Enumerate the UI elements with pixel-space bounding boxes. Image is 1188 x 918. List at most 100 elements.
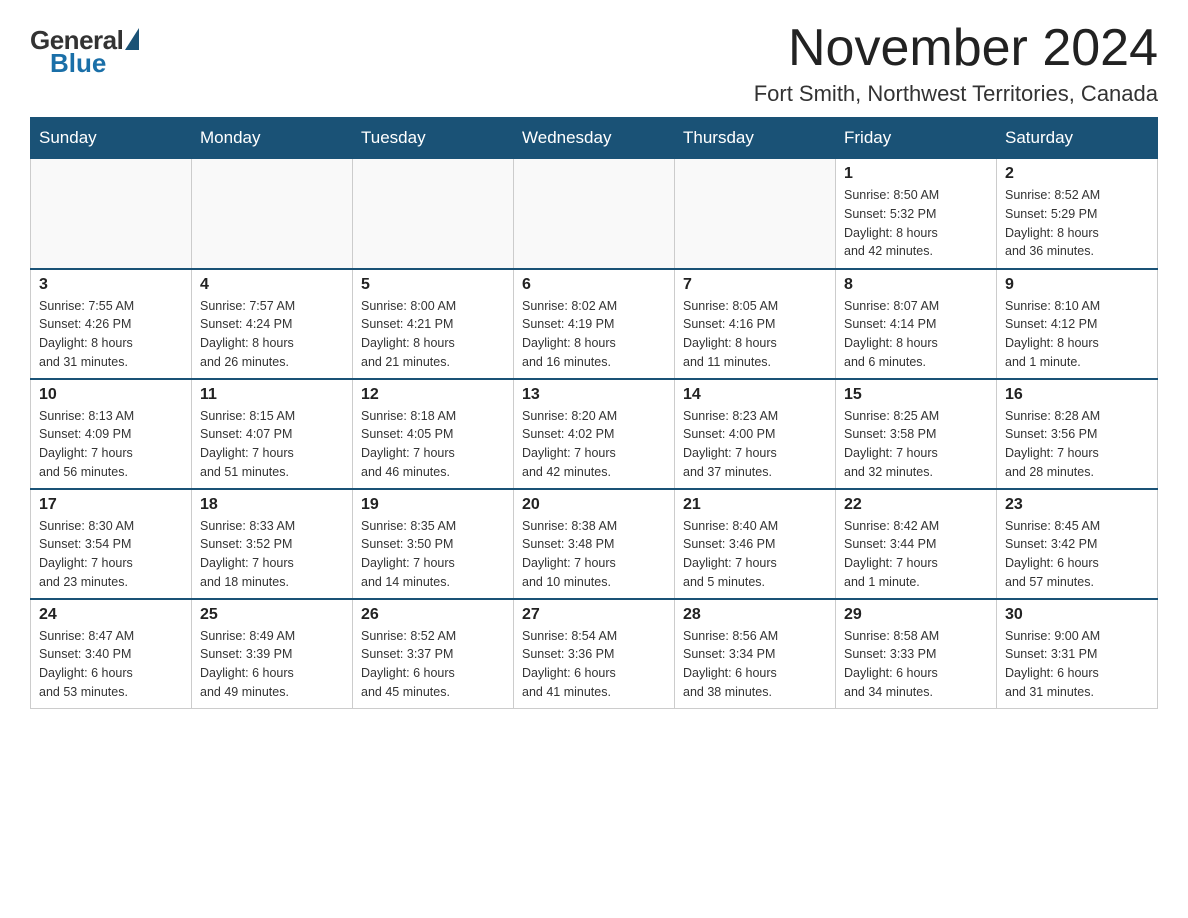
calendar-week-row: 10 Sunrise: 8:13 AM Sunset: 4:09 PM Dayli… xyxy=(31,379,1158,489)
day-number: 7 xyxy=(683,276,827,294)
day-number: 10 xyxy=(39,386,183,404)
calendar-cell: 8 Sunrise: 8:07 AM Sunset: 4:14 PM Daylig… xyxy=(836,269,997,379)
day-info: Sunrise: 8:52 AM Sunset: 3:37 PM Dayligh… xyxy=(361,627,505,702)
calendar-week-row: 17 Sunrise: 8:30 AM Sunset: 3:54 PM Dayli… xyxy=(31,489,1158,599)
day-number: 29 xyxy=(844,606,988,624)
calendar-cell: 24 Sunrise: 8:47 AM Sunset: 3:40 PM Dayli… xyxy=(31,599,192,709)
calendar-cell: 15 Sunrise: 8:25 AM Sunset: 3:58 PM Dayli… xyxy=(836,379,997,489)
day-info: Sunrise: 8:56 AM Sunset: 3:34 PM Dayligh… xyxy=(683,627,827,702)
day-number: 12 xyxy=(361,386,505,404)
day-number: 30 xyxy=(1005,606,1149,624)
calendar-cell: 29 Sunrise: 8:58 AM Sunset: 3:33 PM Dayli… xyxy=(836,599,997,709)
day-of-week-header: Wednesday xyxy=(514,118,675,159)
calendar-cell: 19 Sunrise: 8:35 AM Sunset: 3:50 PM Dayli… xyxy=(353,489,514,599)
calendar-week-row: 3Sunrise: 7:55 AM Sunset: 4:26 PM Daylig… xyxy=(31,269,1158,379)
day-number: 8 xyxy=(844,276,988,294)
calendar-cell: 12 Sunrise: 8:18 AM Sunset: 4:05 PM Dayli… xyxy=(353,379,514,489)
calendar-cell: 25Sunrise: 8:49 AM Sunset: 3:39 PM Dayli… xyxy=(192,599,353,709)
calendar-cell: 22 Sunrise: 8:42 AM Sunset: 3:44 PM Dayli… xyxy=(836,489,997,599)
day-number: 28 xyxy=(683,606,827,624)
calendar-cell: 30 Sunrise: 9:00 AM Sunset: 3:31 PM Dayli… xyxy=(997,599,1158,709)
day-info: Sunrise: 8:38 AM Sunset: 3:48 PM Dayligh… xyxy=(522,517,666,592)
calendar-cell xyxy=(192,159,353,269)
day-info: Sunrise: 8:28 AM Sunset: 3:56 PM Dayligh… xyxy=(1005,407,1149,482)
calendar-cell xyxy=(675,159,836,269)
day-number: 15 xyxy=(844,386,988,404)
day-info: Sunrise: 8:15 AM Sunset: 4:07 PM Dayligh… xyxy=(200,407,344,482)
day-of-week-header: Friday xyxy=(836,118,997,159)
calendar-cell: 20 Sunrise: 8:38 AM Sunset: 3:48 PM Dayli… xyxy=(514,489,675,599)
day-of-week-header: Tuesday xyxy=(353,118,514,159)
calendar-cell: 21 Sunrise: 8:40 AM Sunset: 3:46 PM Dayli… xyxy=(675,489,836,599)
day-info: Sunrise: 8:05 AM Sunset: 4:16 PM Dayligh… xyxy=(683,297,827,372)
day-number: 14 xyxy=(683,386,827,404)
logo-blue-text: Blue xyxy=(48,48,106,79)
day-info: Sunrise: 8:25 AM Sunset: 3:58 PM Dayligh… xyxy=(844,407,988,482)
calendar-cell: 11 Sunrise: 8:15 AM Sunset: 4:07 PM Dayli… xyxy=(192,379,353,489)
day-number: 9 xyxy=(1005,276,1149,294)
day-info: Sunrise: 8:45 AM Sunset: 3:42 PM Dayligh… xyxy=(1005,517,1149,592)
calendar-cell: 23 Sunrise: 8:45 AM Sunset: 3:42 PM Dayli… xyxy=(997,489,1158,599)
day-info: Sunrise: 8:52 AM Sunset: 5:29 PM Dayligh… xyxy=(1005,186,1149,261)
day-info: Sunrise: 8:10 AM Sunset: 4:12 PM Dayligh… xyxy=(1005,297,1149,372)
calendar-cell: 4 Sunrise: 7:57 AM Sunset: 4:24 PM Daylig… xyxy=(192,269,353,379)
calendar-cell: 1 Sunrise: 8:50 AM Sunset: 5:32 PM Daylig… xyxy=(836,159,997,269)
day-info: Sunrise: 8:00 AM Sunset: 4:21 PM Dayligh… xyxy=(361,297,505,372)
day-info: Sunrise: 8:47 AM Sunset: 3:40 PM Dayligh… xyxy=(39,627,183,702)
calendar-table: SundayMondayTuesdayWednesdayThursdayFrid… xyxy=(30,117,1158,709)
day-number: 25 xyxy=(200,606,344,624)
day-info: Sunrise: 8:40 AM Sunset: 3:46 PM Dayligh… xyxy=(683,517,827,592)
calendar-cell: 10 Sunrise: 8:13 AM Sunset: 4:09 PM Dayli… xyxy=(31,379,192,489)
calendar-cell: 16Sunrise: 8:28 AM Sunset: 3:56 PM Dayli… xyxy=(997,379,1158,489)
day-number: 21 xyxy=(683,496,827,514)
calendar-cell: 3Sunrise: 7:55 AM Sunset: 4:26 PM Daylig… xyxy=(31,269,192,379)
day-number: 19 xyxy=(361,496,505,514)
calendar-week-row: 24 Sunrise: 8:47 AM Sunset: 3:40 PM Dayli… xyxy=(31,599,1158,709)
logo-triangle-icon xyxy=(125,28,139,50)
calendar-cell xyxy=(31,159,192,269)
calendar-cell xyxy=(514,159,675,269)
day-number: 13 xyxy=(522,386,666,404)
day-info: Sunrise: 8:07 AM Sunset: 4:14 PM Dayligh… xyxy=(844,297,988,372)
calendar-cell: 13 Sunrise: 8:20 AM Sunset: 4:02 PM Dayli… xyxy=(514,379,675,489)
month-title: November 2024 xyxy=(754,20,1158,77)
day-number: 17 xyxy=(39,496,183,514)
day-number: 1 xyxy=(844,165,988,183)
day-number: 3 xyxy=(39,276,183,294)
day-info: Sunrise: 7:57 AM Sunset: 4:24 PM Dayligh… xyxy=(200,297,344,372)
calendar-cell: 17 Sunrise: 8:30 AM Sunset: 3:54 PM Dayli… xyxy=(31,489,192,599)
day-of-week-header: Saturday xyxy=(997,118,1158,159)
day-number: 4 xyxy=(200,276,344,294)
day-number: 11 xyxy=(200,386,344,404)
calendar-cell: 2 Sunrise: 8:52 AM Sunset: 5:29 PM Daylig… xyxy=(997,159,1158,269)
day-info: Sunrise: 8:50 AM Sunset: 5:32 PM Dayligh… xyxy=(844,186,988,261)
day-info: Sunrise: 8:23 AM Sunset: 4:00 PM Dayligh… xyxy=(683,407,827,482)
day-info: Sunrise: 8:35 AM Sunset: 3:50 PM Dayligh… xyxy=(361,517,505,592)
day-number: 5 xyxy=(361,276,505,294)
day-info: Sunrise: 8:18 AM Sunset: 4:05 PM Dayligh… xyxy=(361,407,505,482)
day-number: 18 xyxy=(200,496,344,514)
day-number: 20 xyxy=(522,496,666,514)
day-number: 22 xyxy=(844,496,988,514)
calendar-cell: 28 Sunrise: 8:56 AM Sunset: 3:34 PM Dayli… xyxy=(675,599,836,709)
day-number: 6 xyxy=(522,276,666,294)
calendar-cell: 27Sunrise: 8:54 AM Sunset: 3:36 PM Dayli… xyxy=(514,599,675,709)
calendar-cell: 18Sunrise: 8:33 AM Sunset: 3:52 PM Dayli… xyxy=(192,489,353,599)
day-number: 24 xyxy=(39,606,183,624)
day-number: 2 xyxy=(1005,165,1149,183)
calendar-cell: 6Sunrise: 8:02 AM Sunset: 4:19 PM Daylig… xyxy=(514,269,675,379)
page-header: General Blue November 2024 Fort Smith, N… xyxy=(30,20,1158,107)
day-of-week-header: Monday xyxy=(192,118,353,159)
calendar-cell xyxy=(353,159,514,269)
day-info: Sunrise: 8:42 AM Sunset: 3:44 PM Dayligh… xyxy=(844,517,988,592)
calendar-cell: 7 Sunrise: 8:05 AM Sunset: 4:16 PM Daylig… xyxy=(675,269,836,379)
day-info: Sunrise: 8:20 AM Sunset: 4:02 PM Dayligh… xyxy=(522,407,666,482)
calendar-cell: 26Sunrise: 8:52 AM Sunset: 3:37 PM Dayli… xyxy=(353,599,514,709)
day-info: Sunrise: 8:58 AM Sunset: 3:33 PM Dayligh… xyxy=(844,627,988,702)
day-info: Sunrise: 9:00 AM Sunset: 3:31 PM Dayligh… xyxy=(1005,627,1149,702)
day-number: 23 xyxy=(1005,496,1149,514)
day-info: Sunrise: 8:13 AM Sunset: 4:09 PM Dayligh… xyxy=(39,407,183,482)
calendar-header-row: SundayMondayTuesdayWednesdayThursdayFrid… xyxy=(31,118,1158,159)
day-of-week-header: Sunday xyxy=(31,118,192,159)
day-info: Sunrise: 8:30 AM Sunset: 3:54 PM Dayligh… xyxy=(39,517,183,592)
